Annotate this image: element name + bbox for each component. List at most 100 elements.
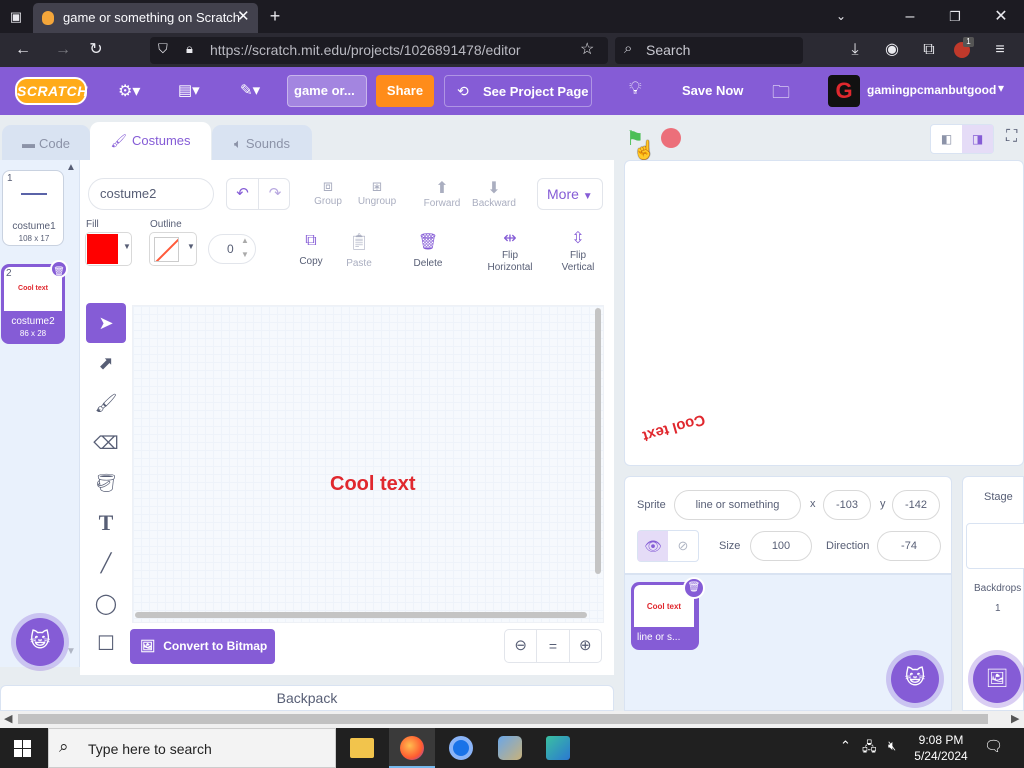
clock-time[interactable]: 9:08 PM (916, 733, 966, 747)
theme-bulb-icon[interactable]: 💡︎ (629, 78, 642, 99)
select-tool-arrow-icon[interactable]: ➤ (86, 303, 126, 343)
group-button[interactable]: ⧈ Group (310, 178, 346, 207)
more-button[interactable]: More ▼ (537, 178, 603, 210)
account-chevron-down-icon[interactable]: ▾ (998, 81, 1004, 95)
save-now-button[interactable]: Save Now (682, 83, 743, 98)
volume-muted-icon[interactable]: 🔇︎ (888, 738, 896, 754)
size-input[interactable]: 100 (750, 531, 812, 561)
choose-sprite-cat-icon[interactable]: 😺︎ (891, 655, 939, 703)
back-icon[interactable]: ← (10, 33, 36, 67)
flip-horizontal-button[interactable]: ⇹ Flip Horizontal (482, 228, 538, 274)
choose-costume-cat-icon[interactable]: 😺︎ (16, 618, 64, 666)
stop-sign-icon[interactable] (661, 128, 681, 148)
browser-search-field[interactable]: ⌕ Search (615, 37, 803, 64)
ungroup-button[interactable]: ⧆ Ungroup (354, 178, 400, 207)
project-title-input[interactable]: game or... (287, 75, 367, 107)
stepper-arrows-icon[interactable]: ▲ ▼ (241, 234, 249, 262)
reload-icon[interactable]: ↻ (83, 33, 109, 67)
tab-costumes[interactable]: 🖌︎ Costumes (90, 122, 211, 163)
new-tab-icon[interactable]: + (262, 0, 288, 33)
downloads-icon[interactable]: ⤓ (842, 33, 868, 67)
tab-sounds[interactable]: 🔈︎ Sounds (212, 125, 312, 163)
show-eye-icon[interactable]: 👁︎ (638, 531, 668, 561)
large-stage-icon[interactable]: ◨ (962, 125, 993, 153)
hide-eye-icon[interactable]: ⊘ (668, 531, 698, 561)
costume-name-input[interactable]: costume2 (88, 178, 214, 210)
line-tool-icon[interactable]: ╱ (86, 543, 126, 583)
flip-vertical-button[interactable]: ⇳ Flip Vertical (552, 228, 604, 274)
sprite-tile[interactable]: Cool text line or s... 🗑︎ (631, 577, 705, 650)
convert-to-bitmap-button[interactable]: 🖼︎ Convert to Bitmap (130, 629, 275, 664)
user-avatar[interactable]: G (828, 75, 860, 107)
delete-sprite-icon[interactable]: 🗑︎ (683, 577, 705, 599)
delete-button[interactable]: 🗑︎ Delete (408, 232, 448, 269)
my-stuff-folder-icon[interactable]: 🗀︎ (772, 80, 790, 110)
outline-width-input[interactable]: 0 ▲ ▼ (208, 234, 256, 264)
close-tab-icon[interactable]: ✕ (237, 7, 250, 25)
rectangle-tool-icon[interactable]: ☐ (86, 623, 126, 663)
lock-icon[interactable]: 🔒︎ (186, 41, 193, 57)
shield-icon[interactable]: ⛉ (158, 41, 168, 57)
eraser-tool-icon[interactable]: ⌫ (86, 423, 126, 463)
stage-panel[interactable]: Stage Backdrops 1 🖼︎ (962, 476, 1024, 711)
file-menu-icon[interactable]: ▤▾ (178, 81, 200, 99)
url-bar[interactable]: ⛉ 🔒︎ https://scratch.mit.edu/projects/10… (150, 37, 608, 64)
scroll-thumb[interactable] (18, 714, 988, 724)
tray-chevron-up-icon[interactable]: ⌃ (840, 738, 851, 754)
bookmark-star-icon[interactable]: ☆ (580, 39, 594, 59)
backpack-bar[interactable]: Backpack (0, 685, 614, 711)
clock-date[interactable]: 5/24/2024 (909, 749, 973, 763)
edit-pencil-icon[interactable]: ✎▾ (240, 81, 260, 99)
costume-tile-2[interactable]: Cool text 2 costume2 86 x 28 🗑︎ (1, 260, 68, 344)
reshape-tool-icon[interactable]: ⬈ (86, 343, 126, 383)
scroll-left-icon[interactable]: ◀ (4, 712, 12, 725)
undo-icon[interactable]: ↶ (227, 179, 259, 209)
app-icon[interactable] (546, 736, 570, 760)
x-position-input[interactable]: -103 (823, 490, 871, 520)
forward-icon[interactable]: → (50, 33, 76, 67)
circle-tool-icon[interactable]: ◯ (86, 583, 126, 623)
fullscreen-icon[interactable]: ⛶ (1006, 128, 1017, 146)
choose-backdrop-icon[interactable]: 🖼︎ (973, 655, 1021, 703)
settings-gear-icon[interactable]: ⚙▾ (118, 81, 140, 101)
zoom-out-icon[interactable]: ⊖ (505, 630, 538, 662)
sprite-name-input[interactable]: line or something (674, 490, 801, 520)
hamburger-menu-icon[interactable]: ≡ (987, 33, 1013, 67)
paint-app-icon[interactable] (498, 736, 522, 760)
scratch-logo[interactable]: SCRATCH (15, 77, 87, 105)
tab-code[interactable]: ▬ Code (2, 125, 90, 163)
browser-tab[interactable]: game or something on Scratch ✕ (33, 3, 258, 33)
share-button[interactable]: Share (376, 75, 434, 107)
zoom-in-icon[interactable]: ⊕ (570, 630, 601, 662)
taskbar-search-box[interactable]: ⌕ Type here to search (48, 728, 336, 768)
paste-button[interactable]: 📋︎ Paste (340, 232, 378, 269)
notifications-icon[interactable]: 🗨︎ (984, 737, 1003, 755)
scroll-up-icon[interactable]: ▲ (66, 162, 76, 173)
zoom-reset-icon[interactable]: = (537, 630, 570, 662)
forward-button[interactable]: ⬆ Forward (420, 178, 464, 209)
fill-color-picker[interactable]: ▼ (85, 232, 132, 266)
horizontal-scrollbar[interactable] (135, 612, 587, 618)
y-position-input[interactable]: -142 (892, 490, 940, 520)
redo-icon[interactable]: ↷ (259, 179, 291, 209)
chrome-icon[interactable] (449, 736, 473, 760)
username[interactable]: gamingpcmanbutgood (867, 83, 996, 97)
copy-button[interactable]: ⧉ Copy (293, 232, 329, 267)
outline-color-picker[interactable]: ▼ (149, 232, 197, 266)
page-horizontal-scrollbar[interactable]: ◀ ▶ (0, 711, 1024, 728)
costume-tile-1[interactable]: 1 costume1 108 x 17 (2, 170, 64, 246)
backward-button[interactable]: ⬇ Backward (470, 178, 518, 209)
fill-bucket-tool-icon[interactable]: 🪣︎ (86, 463, 126, 503)
text-tool-icon[interactable]: T (86, 503, 126, 543)
windows-start-icon[interactable] (14, 740, 31, 757)
account-icon[interactable]: ◉ (879, 33, 905, 67)
file-explorer-icon[interactable] (350, 738, 374, 758)
tab-overflow-chevron-icon[interactable]: ⌄ (828, 0, 854, 33)
network-icon[interactable]: 🖧︎ (862, 738, 877, 760)
vertical-scrollbar[interactable] (595, 308, 601, 574)
scroll-down-icon[interactable]: ▼ (66, 646, 76, 657)
canvas-text-object[interactable]: Cool text (330, 473, 416, 496)
delete-costume-icon[interactable]: 🗑︎ (50, 260, 68, 278)
paint-canvas[interactable]: Cool text (132, 305, 604, 623)
extensions-icon[interactable]: ⧉ (916, 33, 942, 67)
